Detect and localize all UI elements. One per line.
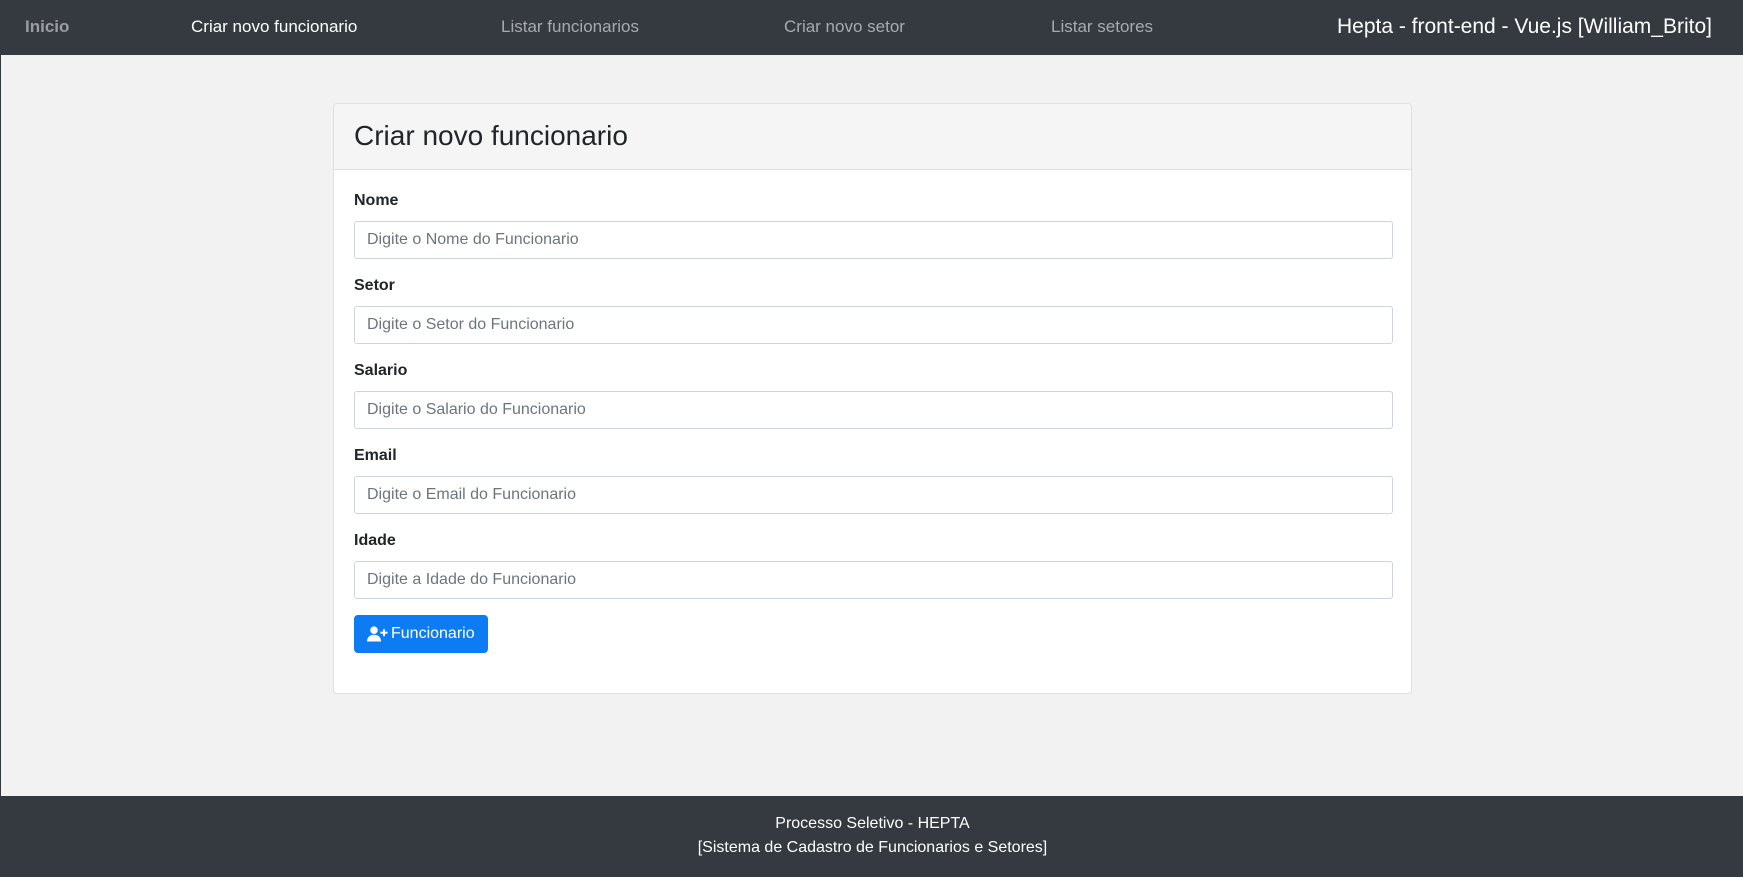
field-group-salario: Salario <box>354 361 1393 429</box>
nav-home-link[interactable]: Inicio <box>25 0 69 55</box>
setor-label: Setor <box>354 277 395 294</box>
idade-label: Idade <box>354 532 396 549</box>
idade-input[interactable] <box>354 561 1393 599</box>
app-title: Hepta - front-end - Vue.js [William_Brit… <box>1336 15 1712 38</box>
footer-subtitle: [Sistema de Cadastro de Funcionarios e S… <box>697 839 1048 856</box>
field-group-idade: Idade <box>354 531 1393 599</box>
field-group-setor: Setor <box>354 276 1393 344</box>
footer-title: Processo Seletivo - HEPTA <box>775 815 970 832</box>
user-plus-icon <box>367 626 388 642</box>
top-navbar: Inicio Criar novo funcionario Listar fun… <box>1 0 1743 55</box>
nav-item-criar-setor[interactable]: Criar novo setor <box>784 0 905 55</box>
setor-input[interactable] <box>354 306 1393 344</box>
salario-input[interactable] <box>354 391 1393 429</box>
footer: Processo Seletivo - HEPTA [Sistema de Ca… <box>1 796 1743 877</box>
employee-form: Nome Setor Salario Email Idade <box>354 191 1393 653</box>
card-header: Criar novo funcionario <box>334 104 1411 170</box>
nome-input[interactable] <box>354 221 1393 259</box>
page-title: Criar novo funcionario <box>354 120 628 151</box>
field-group-email: Email <box>354 446 1393 514</box>
form-card: Criar novo funcionario Nome Setor Salari… <box>333 103 1412 694</box>
nome-label: Nome <box>354 192 399 209</box>
email-label: Email <box>354 447 397 464</box>
email-input[interactable] <box>354 476 1393 514</box>
field-group-nome: Nome <box>354 191 1393 259</box>
card-body: Nome Setor Salario Email Idade <box>334 170 1411 653</box>
nav-item-criar-funcionario[interactable]: Criar novo funcionario <box>191 0 357 55</box>
nav-item-listar-funcionarios[interactable]: Listar funcionarios <box>501 0 639 55</box>
salario-label: Salario <box>354 362 408 379</box>
add-funcionario-button-label: Funcionario <box>391 625 475 642</box>
nav-item-listar-setores[interactable]: Listar setores <box>1051 0 1153 55</box>
add-funcionario-button[interactable]: Funcionario <box>354 615 488 653</box>
page: Inicio Criar novo funcionario Listar fun… <box>0 0 1743 877</box>
